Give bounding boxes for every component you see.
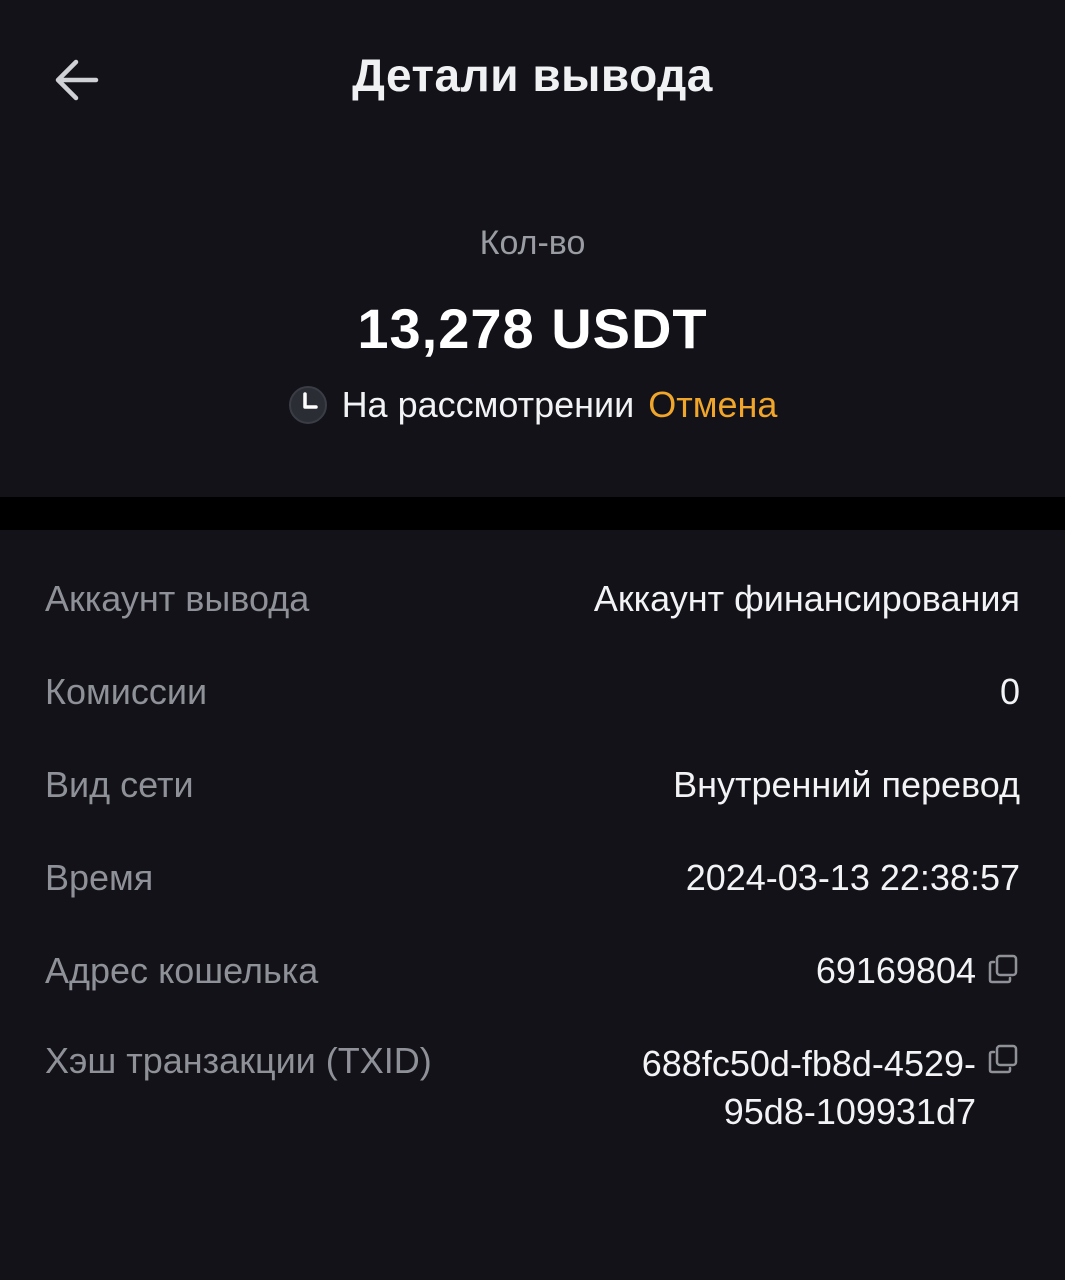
detail-row-network: Вид сети Внутренний перевод (45, 764, 1020, 806)
copy-icon[interactable] (986, 952, 1020, 986)
fees-value: 0 (999, 671, 1020, 712)
txid-value-line2: 95d8-109931d7 (723, 1091, 976, 1132)
txid-value: 688fc50d-fb8d-4529- 95d8-109931d7 (576, 1040, 976, 1136)
withdraw-account-label: Аккаунт вывода (45, 578, 310, 619)
section-divider (0, 497, 1065, 530)
time-label: Время (45, 857, 154, 898)
copy-icon[interactable] (986, 1042, 1020, 1076)
txid-value-group: 688fc50d-fb8d-4529- 95d8-109931d7 (576, 1040, 1020, 1136)
status-text: На рассмотрении (341, 384, 635, 425)
detail-row-wallet-address: Адрес кошелька 69169804 (45, 950, 1020, 992)
detail-row-fees: Комиссии 0 (45, 671, 1020, 713)
cancel-button[interactable]: Отмена (648, 384, 777, 426)
detail-row-txid: Хэш транзакции (TXID) 688fc50d-fb8d-4529… (45, 1040, 1020, 1136)
detail-row-withdraw-account: Аккаунт вывода Аккаунт финансирования (45, 578, 1020, 620)
network-label: Вид сети (45, 764, 194, 805)
amount-label: Кол-во (479, 224, 586, 262)
time-value: 2024-03-13 22:38:57 (685, 857, 1020, 898)
txid-value-line1: 688fc50d-fb8d-4529- (641, 1043, 976, 1084)
fees-label: Комиссии (45, 671, 208, 712)
txid-label: Хэш транзакции (TXID) (45, 1040, 432, 1081)
status-line: На рассмотрении Отмена (0, 384, 1065, 426)
amount-value: 13,278 USDT (357, 297, 708, 360)
network-value: Внутренний перевод (673, 764, 1020, 805)
detail-row-time: Время 2024-03-13 22:38:57 (45, 857, 1020, 899)
withdraw-account-value: Аккаунт финансирования (593, 578, 1020, 619)
details-section (0, 530, 1065, 1280)
wallet-address-label: Адрес кошелька (45, 950, 319, 991)
page-title: Детали вывода (352, 49, 713, 101)
clock-icon (288, 385, 328, 425)
summary-section: Детали вывода Кол-во 13,278 USDT На расс… (0, 0, 1065, 497)
wallet-address-value: 69169804 (815, 950, 976, 991)
wallet-address-value-group: 69169804 (816, 950, 1020, 992)
